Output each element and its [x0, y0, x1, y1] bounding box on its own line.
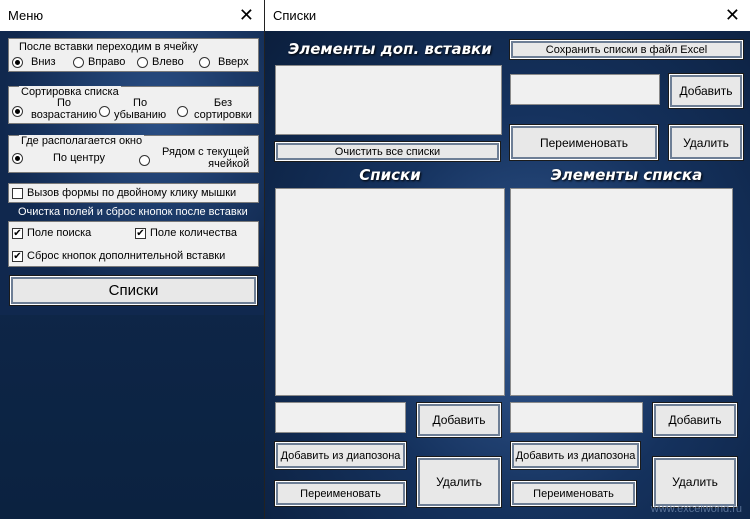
items-rename-button[interactable]: Переименовать	[511, 481, 636, 506]
watermark-text: www.excelworld.ru	[650, 503, 742, 515]
lists-titlebar: Списки ✕	[265, 0, 750, 31]
menu-window-title: Меню	[8, 8, 44, 23]
list-name-input[interactable]	[275, 402, 406, 433]
search-field-box[interactable]: ✔	[12, 227, 23, 239]
radio-down[interactable]: Вниз	[12, 56, 56, 68]
pos-near-line2: ячейкой	[208, 158, 250, 170]
after-insert-title: После вставки переходим в ячейку	[19, 41, 199, 53]
radio-up[interactable]: Вверх	[199, 56, 249, 68]
position-title: Где располагается окно	[19, 135, 145, 147]
radio-up-dot[interactable]	[199, 56, 210, 68]
sort-desc-line1: По	[133, 97, 148, 109]
lists-delete-button[interactable]: Удалить	[417, 457, 501, 507]
extra-element-input[interactable]	[510, 74, 660, 105]
radio-pos-center-dot[interactable]	[12, 152, 23, 164]
search-field-label: Поле поиска	[27, 227, 92, 239]
extra-rename-button[interactable]: Переименовать	[510, 125, 658, 160]
radio-sort-desc-label: По убыванию	[114, 97, 166, 121]
sort-desc-line2: убыванию	[114, 109, 167, 121]
list-items-heading: Элементы списка	[550, 166, 703, 184]
menu-background	[0, 31, 264, 315]
clear-section-title: Очистка полей и сброс кнопок после встав…	[18, 206, 248, 218]
list-items-listbox[interactable]	[510, 188, 733, 396]
extra-elements-listbox[interactable]	[275, 65, 502, 135]
radio-left-dot[interactable]	[137, 56, 148, 68]
items-add-range-button[interactable]: Добавить из диапозона	[511, 442, 640, 469]
double-click-box[interactable]	[12, 187, 23, 199]
radio-pos-center[interactable]: По центру	[12, 152, 105, 164]
lists-window: Списки ✕ Элементы доп. вставки Сохранить…	[264, 0, 750, 519]
reset-buttons-box[interactable]: ✔	[12, 250, 23, 262]
after-insert-panel: После вставки переходим в ячейку Вниз Вп…	[8, 38, 259, 72]
double-click-label: Вызов формы по двойному клику мышки	[27, 187, 237, 199]
clear-all-lists-button[interactable]: Очистить все списки	[275, 142, 500, 161]
radio-pos-near-dot[interactable]	[139, 154, 150, 166]
sort-none-line2: сортировки	[194, 109, 252, 121]
sorting-panel: Сортировка списка По возрастанию По убыв…	[8, 86, 259, 124]
qty-field-label: Поле количества	[150, 227, 237, 239]
radio-right-label: Вправо	[88, 56, 126, 68]
radio-sort-none[interactable]: Без сортировки	[177, 97, 252, 121]
radio-up-label: Вверх	[218, 56, 249, 68]
radio-sort-none-dot[interactable]	[177, 105, 188, 117]
radio-left-label: Влево	[152, 56, 184, 68]
lists-rename-button[interactable]: Переименовать	[275, 481, 406, 506]
lists-window-title: Списки	[273, 8, 317, 23]
list-item-input[interactable]	[510, 402, 643, 433]
radio-left[interactable]: Влево	[137, 56, 184, 68]
menu-window: Меню ✕ После вставки переходим в ячейку …	[0, 0, 264, 519]
radio-right-dot[interactable]	[73, 56, 84, 68]
reset-buttons-checkbox[interactable]: ✔ Сброс кнопок дополнительной вставки	[12, 250, 225, 262]
open-lists-button[interactable]: Списки	[10, 276, 257, 305]
qty-field-box[interactable]: ✔	[135, 227, 146, 239]
pos-near-line1: Рядом с текущей	[162, 146, 250, 158]
lists-listbox[interactable]	[275, 188, 505, 396]
lists-heading: Списки	[359, 166, 421, 184]
clear-fields-panel: ✔ Поле поиска ✔ Поле количества ✔ Сброс …	[8, 221, 259, 267]
lists-add-button[interactable]: Добавить	[417, 403, 501, 437]
extra-add-button[interactable]: Добавить	[669, 74, 743, 108]
double-click-panel: Вызов формы по двойному клику мышки	[8, 183, 259, 203]
qty-field-checkbox[interactable]: ✔ Поле количества	[135, 227, 237, 239]
radio-right[interactable]: Вправо	[73, 56, 125, 68]
items-delete-button[interactable]: Удалить	[653, 457, 737, 507]
sort-asc-line2: возрастанию	[31, 109, 97, 121]
extra-delete-button[interactable]: Удалить	[669, 125, 743, 160]
reset-buttons-label: Сброс кнопок дополнительной вставки	[27, 250, 226, 262]
sort-asc-line1: По	[56, 97, 72, 109]
menu-titlebar: Меню ✕	[0, 0, 264, 31]
save-to-excel-button[interactable]: Сохранить списки в файл Excel	[510, 40, 743, 59]
radio-sort-asc-dot[interactable]	[12, 105, 23, 117]
radio-pos-near-label: Рядом с текущей ячейкой	[162, 146, 249, 170]
lists-close-icon[interactable]: ✕	[725, 5, 740, 25]
radio-down-label: Вниз	[31, 56, 56, 68]
lists-add-range-button[interactable]: Добавить из диапозона	[275, 442, 406, 469]
extra-elements-heading: Элементы доп. вставки	[288, 40, 492, 58]
radio-pos-center-label: По центру	[53, 152, 105, 164]
menu-close-icon[interactable]: ✕	[239, 5, 254, 25]
double-click-checkbox[interactable]: Вызов формы по двойному клику мышки	[12, 187, 236, 199]
search-field-checkbox[interactable]: ✔ Поле поиска	[12, 227, 91, 239]
radio-down-dot[interactable]	[12, 56, 23, 68]
items-add-button[interactable]: Добавить	[653, 403, 737, 437]
radio-sort-desc-dot[interactable]	[99, 105, 110, 117]
radio-sort-asc[interactable]: По возрастанию	[12, 97, 97, 121]
radio-sort-none-label: Без сортировки	[194, 97, 252, 121]
radio-sort-asc-label: По возрастанию	[31, 97, 97, 121]
position-panel: Где располагается окно По центру Рядом с…	[8, 135, 259, 173]
radio-sort-desc[interactable]: По убыванию	[99, 97, 166, 121]
sort-none-line1: Без	[213, 97, 232, 109]
radio-pos-near[interactable]: Рядом с текущей ячейкой	[139, 146, 249, 170]
